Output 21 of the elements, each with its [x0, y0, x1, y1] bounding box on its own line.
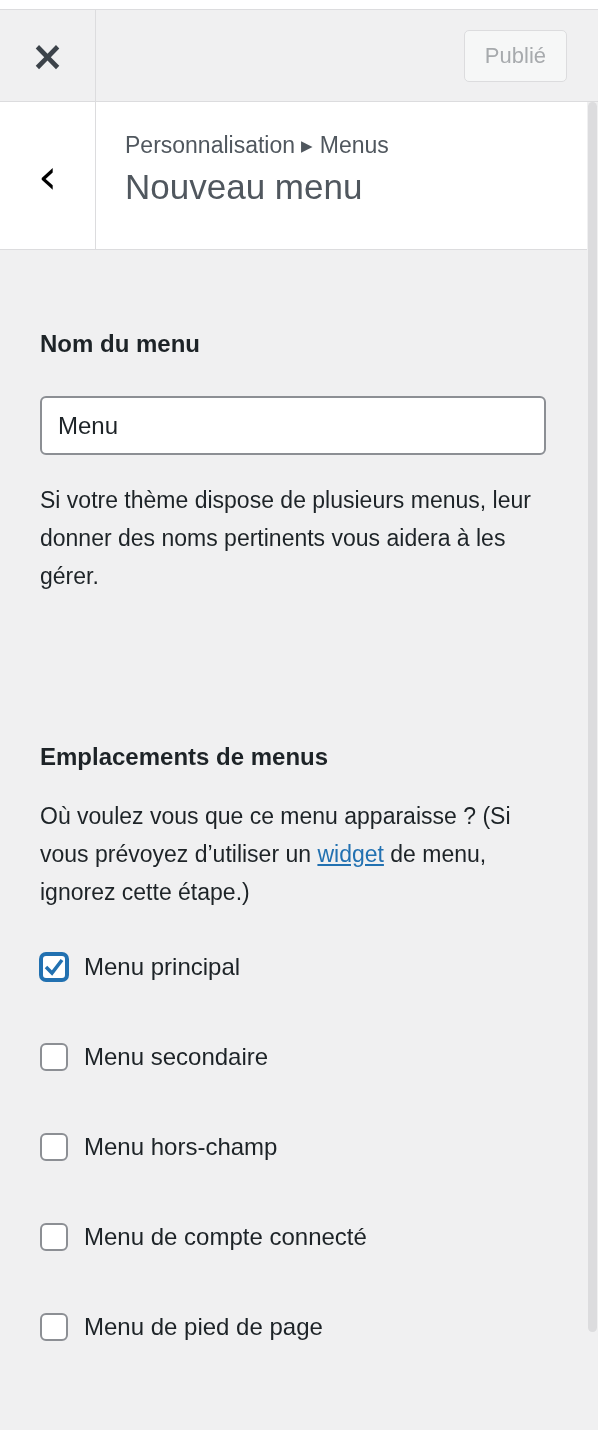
close-button[interactable]: ×: [26, 35, 69, 76]
checkbox-label: Menu hors-champ: [84, 1133, 278, 1161]
section-heading: Nom du menu: [40, 330, 201, 358]
checkbox[interactable]: [40, 1313, 68, 1341]
back-button[interactable]: ‹: [31, 151, 64, 200]
widget-link[interactable]: widget: [317, 841, 384, 867]
checkbox[interactable]: [40, 1223, 68, 1251]
checkbox-label: Menu secondaire: [84, 1043, 269, 1071]
help-text: Si votre thème dispose de plusieurs menus, leur donner des noms pertinents vous aidera à les gérer.: [40, 486, 532, 591]
checkbox-label: Menu principal: [84, 953, 241, 981]
section-heading: Emplacements de menus: [40, 743, 330, 771]
checkbox-label: Menu de compte connecté: [84, 1223, 367, 1251]
panel-title: Nouveau menu: [125, 167, 364, 207]
scrollbar-thumb[interactable]: [588, 102, 597, 1332]
checkbox[interactable]: [40, 953, 68, 981]
checkbox[interactable]: [40, 1133, 68, 1161]
checkbox[interactable]: [40, 1043, 68, 1071]
menu-name-field[interactable]: Menu: [40, 396, 546, 455]
breadcrumb: Personnalisation ▸ Menus: [125, 132, 389, 159]
checkbox-label: Menu de pied de page: [84, 1313, 323, 1341]
description-text: Où voulez vous que ce menu apparaisse ? (Si vous prévoyez d’utiliser un widget de menu, ignorez cette étape.): [40, 802, 512, 907]
